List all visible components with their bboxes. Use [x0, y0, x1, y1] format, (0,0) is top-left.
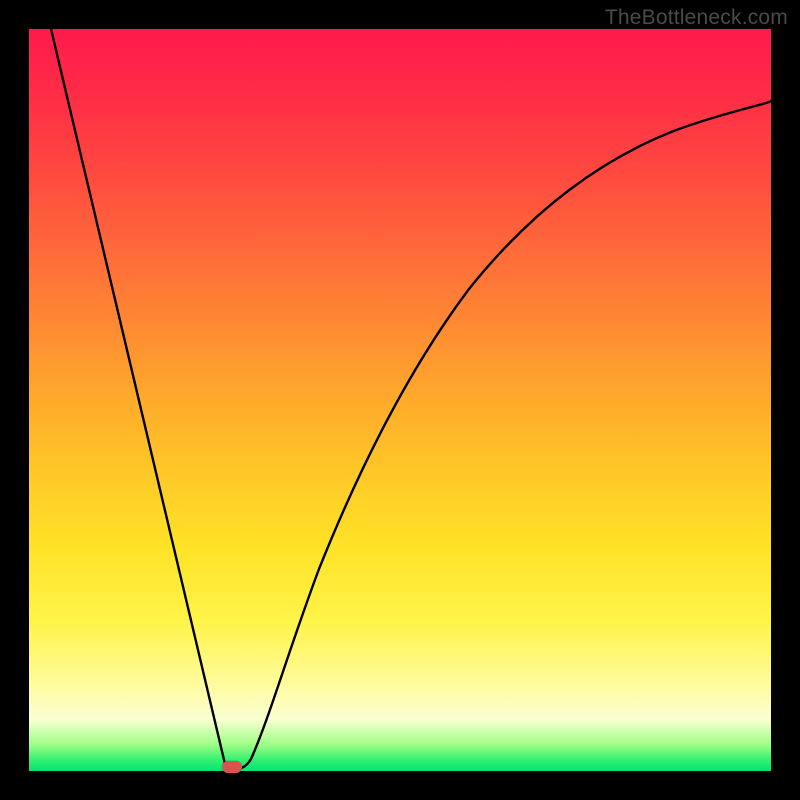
bottleneck-curve	[29, 29, 771, 771]
watermark-text: TheBottleneck.com	[605, 6, 788, 30]
plot-area	[29, 29, 771, 771]
chart-frame: TheBottleneck.com	[0, 0, 800, 800]
optimal-point-marker	[222, 761, 242, 773]
